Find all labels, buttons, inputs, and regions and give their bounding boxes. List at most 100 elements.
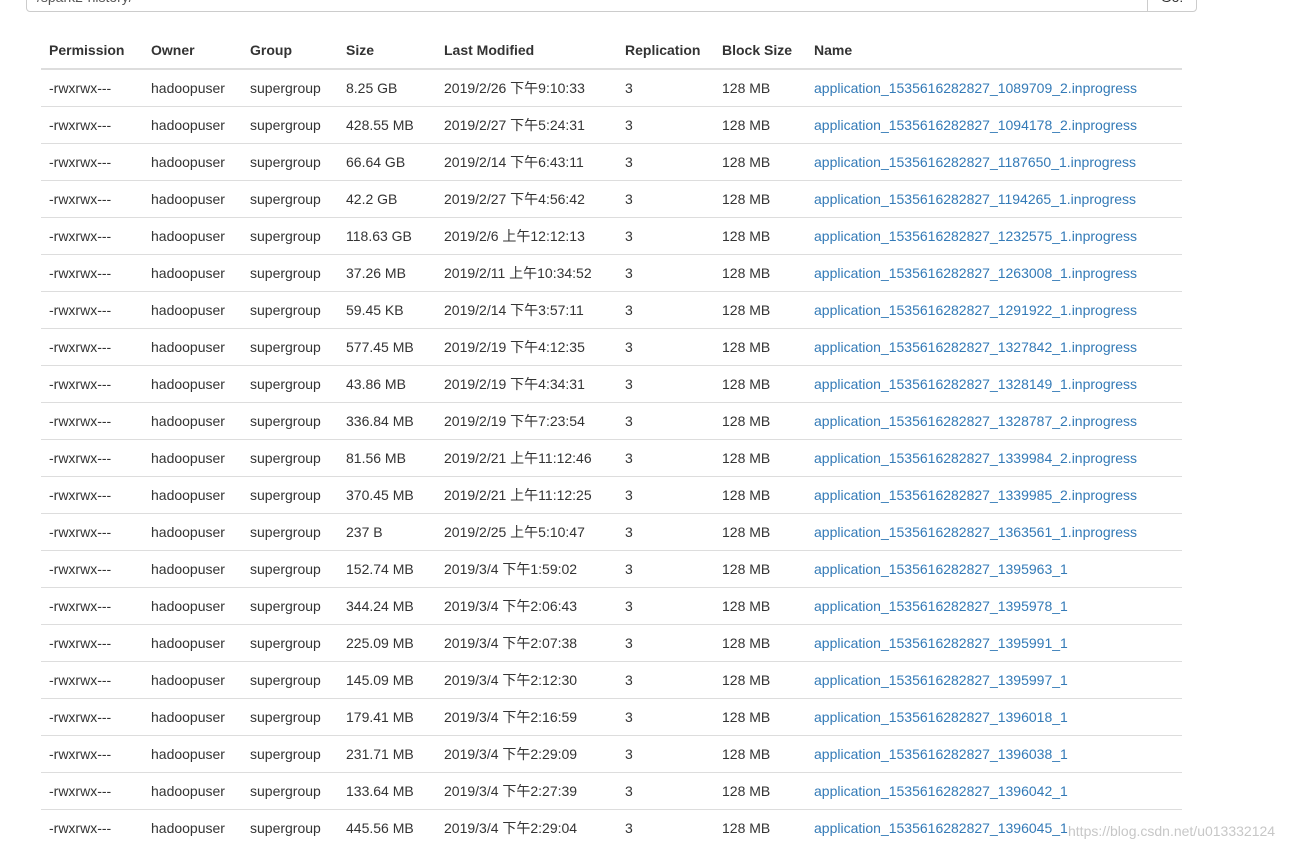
file-name-link[interactable]: application_1535616282827_1263008_1.inpr… — [814, 265, 1137, 281]
file-name-link[interactable]: application_1535616282827_1395997_1 — [814, 672, 1068, 688]
table-row: -rwxrwx--- hadoopuser supergroup 66.64 GB 20… — [41, 142, 1182, 180]
cell-owner: hadoopuser — [143, 623, 242, 661]
cell-owner: hadoopuser — [143, 142, 242, 180]
column-header-size[interactable]: Size — [338, 32, 436, 70]
column-header-permission[interactable]: Permission — [41, 32, 143, 70]
table-row: -rwxrwx--- hadoopuser supergroup 152.74 MB 2… — [41, 549, 1182, 587]
cell-block-size: 128 MB — [714, 586, 806, 624]
cell-last-modified: 2019/2/19 下午4:12:35 — [436, 327, 617, 365]
cell-size: 336.84 MB — [338, 401, 436, 439]
column-header-block-size[interactable]: Block Size — [714, 32, 806, 70]
file-name-link[interactable]: application_1535616282827_1339985_2.inpr… — [814, 487, 1137, 503]
cell-owner: hadoopuser — [143, 697, 242, 735]
cell-group: supergroup — [242, 586, 338, 624]
cell-permission: -rwxrwx--- — [41, 512, 143, 550]
file-name-link[interactable]: application_1535616282827_1328787_2.inpr… — [814, 413, 1137, 429]
table-row: -rwxrwx--- hadoopuser supergroup 145.09 MB 2… — [41, 660, 1182, 698]
cell-last-modified: 2019/2/19 下午4:34:31 — [436, 364, 617, 402]
cell-replication: 3 — [625, 79, 633, 96]
cell-block-size: 128 MB — [714, 105, 806, 143]
file-name-link[interactable]: application_1535616282827_1291922_1.inpr… — [814, 302, 1137, 318]
cell-replication: 3 — [617, 438, 714, 476]
table-body: -rwxrwx--- hadoopuser supergroup 8.25 GB 201… — [41, 69, 1182, 846]
cell-permission: -rwxrwx--- — [41, 253, 143, 291]
file-name-link[interactable]: application_1535616282827_1395991_1 — [814, 635, 1068, 651]
cell-block-size: 128 MB — [714, 771, 806, 809]
cell-replication: 3 — [617, 734, 714, 772]
go-button[interactable]: Go! — [1147, 0, 1197, 12]
cell-last-modified: 2019/2/14 下午3:57:11 — [436, 290, 617, 328]
table-row: -rwxrwx--- hadoopuser supergroup 133.64 MB 2… — [41, 771, 1182, 809]
cell-name: application_1535616282827_1089709_2.inpr… — [806, 69, 1182, 106]
cell-block-size: 128 MB — [714, 623, 806, 661]
table-row: -rwxrwx--- hadoopuser supergroup 370.45 MB 2… — [41, 475, 1182, 513]
cell-name: application_1535616282827_1396038_1 — [806, 734, 1182, 772]
cell-last-modified: 2019/2/6 上午12:12:13 — [436, 216, 617, 254]
cell-permission: -rwxrwx--- — [41, 401, 143, 439]
column-header-name[interactable]: Name — [806, 32, 1182, 70]
cell-permission: -rwxrwx--- — [41, 364, 143, 402]
cell-last-modified: 2019/3/4 下午2:29:04 — [436, 808, 617, 846]
cell-owner: hadoopuser — [143, 660, 242, 698]
cell-replication: 3 — [617, 771, 714, 809]
cell-name: application_1535616282827_1395978_1 — [806, 586, 1182, 624]
file-name-link[interactable]: application_1535616282827_1194265_1.inpr… — [814, 191, 1136, 207]
file-name-link[interactable]: application_1535616282827_1327842_1.inpr… — [814, 339, 1137, 355]
cell-name: application_1535616282827_1395991_1 — [806, 623, 1182, 661]
cell-permission: -rwxrwx--- — [41, 475, 143, 513]
cell-block-size: 128 MB — [722, 79, 771, 96]
cell-last-modified: 2019/3/4 下午1:59:02 — [436, 549, 617, 587]
cell-size: 81.56 MB — [338, 438, 436, 476]
file-name-link[interactable]: application_1535616282827_1395978_1 — [814, 598, 1068, 614]
cell-owner: hadoopuser — [143, 549, 242, 587]
file-name-link[interactable]: application_1535616282827_1187650_1.inpr… — [814, 154, 1136, 170]
cell-group: supergroup — [250, 79, 321, 96]
cell-owner: hadoopuser — [143, 253, 242, 291]
cell-permission: -rwxrwx--- — [41, 586, 143, 624]
column-header-group[interactable]: Group — [242, 32, 338, 70]
cell-replication: 3 — [617, 808, 714, 846]
cell-size: 66.64 GB — [338, 142, 436, 180]
cell-permission: -rwxrwx--- — [41, 142, 143, 180]
file-name-link[interactable]: application_1535616282827_1396018_1 — [814, 709, 1068, 725]
file-name-link[interactable]: application_1535616282827_1232575_1.inpr… — [814, 228, 1137, 244]
cell-owner: hadoopuser — [143, 808, 242, 846]
table-row: -rwxrwx--- hadoopuser supergroup 336.84 MB 2… — [41, 401, 1182, 439]
file-name-link[interactable]: application_1535616282827_1363561_1.inpr… — [814, 524, 1137, 540]
file-name-link[interactable]: application_1535616282827_1396045_1 — [814, 820, 1068, 836]
cell-block-size: 128 MB — [714, 142, 806, 180]
file-name-link[interactable]: application_1535616282827_1395963_1 — [814, 561, 1068, 577]
cell-replication: 3 — [617, 586, 714, 624]
cell-last-modified: 2019/3/4 下午2:07:38 — [436, 623, 617, 661]
cell-group: supergroup — [242, 623, 338, 661]
file-name-link[interactable]: application_1535616282827_1396042_1 — [814, 783, 1068, 799]
cell-name: application_1535616282827_1396018_1 — [806, 697, 1182, 735]
cell-owner: hadoopuser — [143, 105, 242, 143]
file-name-link[interactable]: application_1535616282827_1089709_2.inpr… — [814, 80, 1137, 96]
file-name-link[interactable]: application_1535616282827_1328149_1.inpr… — [814, 376, 1137, 392]
cell-block-size: 128 MB — [714, 364, 806, 402]
cell-owner: hadoopuser — [143, 734, 242, 772]
table-row: -rwxrwx--- hadoopuser supergroup 118.63 GB 2… — [41, 216, 1182, 254]
file-name-link[interactable]: application_1535616282827_1396038_1 — [814, 746, 1068, 762]
cell-permission: -rwxrwx--- — [49, 79, 112, 96]
column-header-replication[interactable]: Replication — [617, 32, 714, 70]
cell-group: supergroup — [242, 327, 338, 365]
cell-size: 145.09 MB — [338, 660, 436, 698]
cell-group: supergroup — [242, 549, 338, 587]
cell-permission: -rwxrwx--- — [41, 771, 143, 809]
cell-group: supergroup — [242, 808, 338, 846]
file-name-link[interactable]: application_1535616282827_1339984_2.inpr… — [814, 450, 1137, 466]
cell-group: supergroup — [242, 697, 338, 735]
cell-permission: -rwxrwx--- — [41, 697, 143, 735]
cell-name: application_1535616282827_1339984_2.inpr… — [806, 438, 1182, 476]
file-name-link[interactable]: application_1535616282827_1094178_2.inpr… — [814, 117, 1137, 133]
cell-name: application_1535616282827_1187650_1.inpr… — [806, 142, 1182, 180]
column-header-last-modified[interactable]: Last Modified — [436, 32, 617, 70]
cell-replication: 3 — [617, 660, 714, 698]
cell-replication: 3 — [617, 327, 714, 365]
column-header-owner[interactable]: Owner — [143, 32, 242, 70]
cell-name: application_1535616282827_1263008_1.inpr… — [806, 253, 1182, 291]
cell-block-size: 128 MB — [714, 179, 806, 217]
path-input[interactable]: /spark2-history/ — [26, 0, 1148, 12]
